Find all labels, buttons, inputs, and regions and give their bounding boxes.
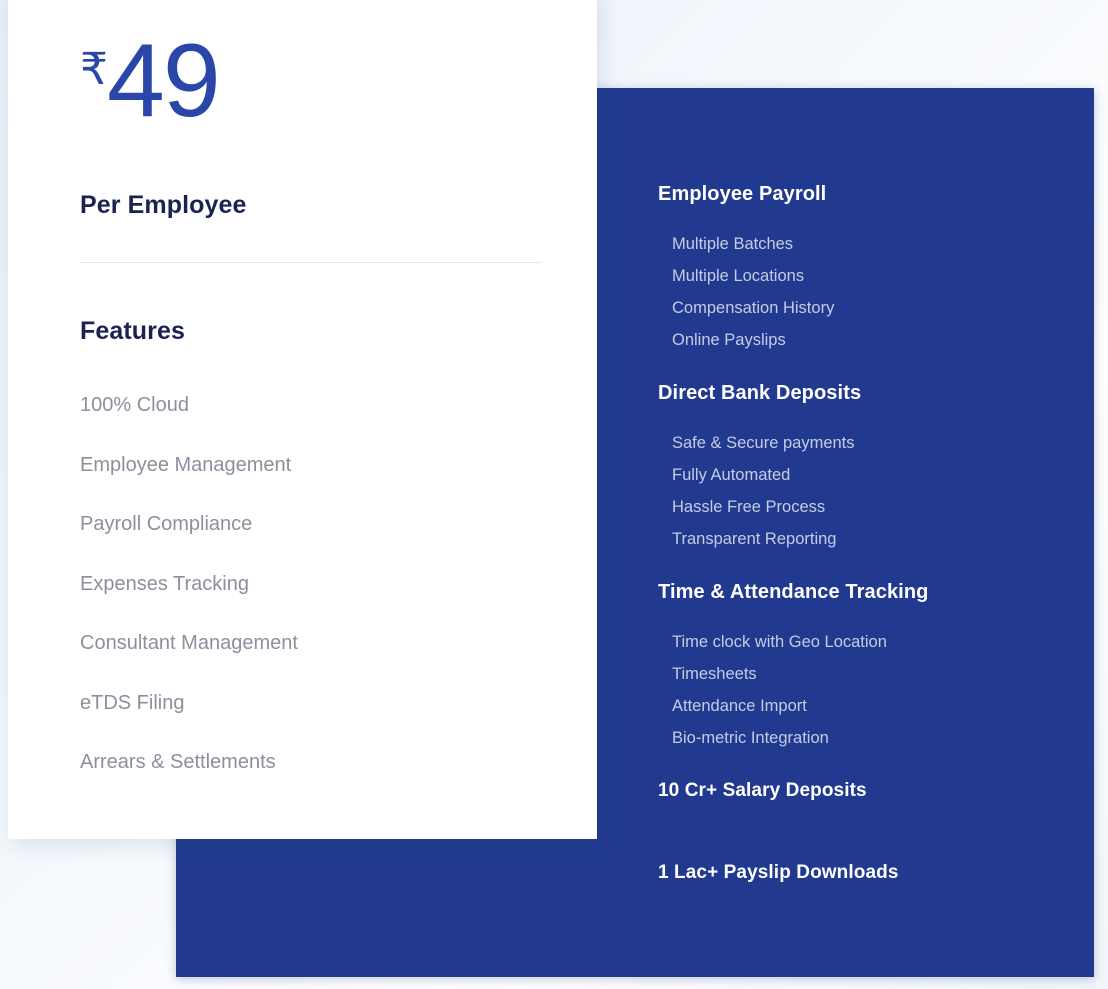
feature-group-list: Time clock with Geo Location Timesheets … [658, 626, 1078, 754]
stat-payslip-downloads: 1 Lac+ Payslip Downloads [658, 862, 899, 883]
feature-group-item: Time clock with Geo Location [672, 633, 887, 651]
pricing-card: ₹ 49 Per Employee Features 100% Cloud Em… [8, 0, 597, 839]
section-divider [80, 262, 542, 263]
feature-details-content: Employee Payroll Multiple Batches Multip… [658, 183, 1078, 884]
feature-group: Direct Bank Deposits Safe & Secure payme… [658, 382, 1078, 555]
feature-group-item: Safe & Secure payments [672, 434, 855, 452]
feature-group-list: Multiple Batches Multiple Locations Comp… [658, 228, 1078, 356]
feature-group-heading: Direct Bank Deposits [658, 382, 862, 404]
list-item: Consultant Management [80, 632, 298, 654]
rupee-currency-icon: ₹ [80, 45, 108, 94]
feature-group-item: Attendance Import [672, 697, 807, 715]
list-item: Expenses Tracking [80, 572, 249, 595]
list-item: Payroll Compliance [80, 513, 253, 535]
feature-group-item: Timesheets [672, 665, 757, 683]
list-item: Arrears & Settlements [80, 751, 276, 773]
feature-group: Employee Payroll Multiple Batches Multip… [658, 183, 1078, 356]
features-heading: Features [80, 317, 186, 345]
feature-group: Time & Attendance Tracking Time clock wi… [658, 581, 1078, 754]
feature-group-item: Multiple Batches [672, 235, 794, 253]
feature-group-item: Transparent Reporting [672, 530, 837, 548]
price-caption: Per Employee [80, 191, 247, 219]
list-item: 100% Cloud [80, 394, 189, 416]
feature-group-heading: Time & Attendance Tracking [658, 581, 929, 603]
pricing-card-content: ₹ 49 Per Employee Features 100% Cloud Em… [80, 23, 550, 793]
feature-group-item: Compensation History [672, 299, 835, 317]
feature-group-item: Bio-metric Integration [672, 729, 829, 747]
feature-group-item: Hassle Free Process [672, 498, 826, 516]
feature-group-item: Online Payslips [672, 331, 786, 349]
feature-group-item: Multiple Locations [672, 267, 805, 285]
feature-group-heading: Employee Payroll [658, 183, 827, 205]
feature-group-list: Safe & Secure payments Fully Automated H… [658, 427, 1078, 555]
features-list: 100% Cloud Employee Management Payroll C… [80, 376, 550, 793]
stat-salary-deposits: 10 Cr+ Salary Deposits [658, 780, 867, 801]
price-block: ₹ 49 [80, 23, 550, 164]
list-item: Employee Management [80, 453, 292, 476]
feature-group-item: Fully Automated [672, 466, 791, 484]
price-amount: 49 [107, 23, 221, 139]
list-item: eTDS Filing [80, 691, 185, 714]
